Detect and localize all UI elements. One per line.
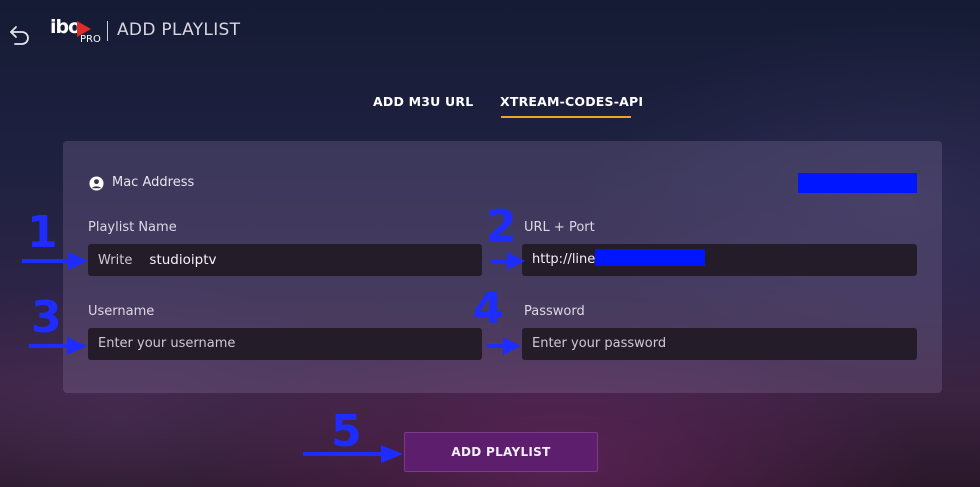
arrow-2-icon: [491, 252, 525, 270]
url-port-value: http://line: [532, 252, 596, 267]
back-arrow-icon: [10, 26, 29, 45]
password-placeholder: Enter your password: [532, 336, 667, 351]
step-number-1: 1: [27, 207, 58, 258]
url-port-input[interactable]: http://line: [522, 244, 917, 276]
url-redaction: [595, 248, 706, 266]
tab-xtream-codes-api[interactable]: XTREAM-CODES-API: [500, 94, 643, 109]
password-label: Password: [524, 304, 585, 319]
arrow-1-icon: [22, 252, 88, 270]
app-logo: ibo PRO: [50, 16, 101, 46]
username-label: Username: [88, 304, 155, 319]
back-button[interactable]: [8, 22, 32, 46]
url-port-label: URL + Port: [524, 220, 595, 235]
mac-address-label: Mac Address: [112, 175, 195, 190]
playlist-name-input[interactable]: Write studioiptv: [88, 244, 482, 276]
username-input[interactable]: Enter your username: [88, 328, 482, 360]
person-icon: [89, 176, 104, 191]
username-placeholder: Enter your username: [98, 336, 236, 351]
mac-address-value: [798, 173, 917, 193]
header-divider: [107, 21, 108, 41]
step-number-2: 2: [486, 201, 517, 252]
arrow-3-icon: [29, 337, 87, 355]
header: ibo PRO ADD PLAYLIST: [0, 0, 980, 60]
screen: ibo PRO ADD PLAYLIST ADD M3U URL XTREAM-…: [0, 0, 980, 487]
tab-add-m3u-url[interactable]: ADD M3U URL: [373, 94, 473, 109]
page-title: ADD PLAYLIST: [117, 20, 241, 40]
arrow-4-icon: [487, 337, 521, 355]
step-number-3: 3: [31, 292, 62, 343]
logo-pro-text: PRO: [80, 34, 101, 45]
playlist-name-label: Playlist Name: [88, 220, 177, 235]
add-playlist-button[interactable]: ADD PLAYLIST: [404, 432, 598, 472]
logo-text: ibo: [50, 16, 81, 38]
password-input[interactable]: Enter your password: [522, 328, 917, 360]
step-number-4: 4: [473, 283, 504, 334]
arrow-5-icon: [303, 445, 403, 463]
playlist-name-prefix: Write: [98, 253, 133, 268]
playlist-name-value: studioiptv: [149, 252, 217, 268]
active-tab-indicator: [501, 116, 631, 118]
